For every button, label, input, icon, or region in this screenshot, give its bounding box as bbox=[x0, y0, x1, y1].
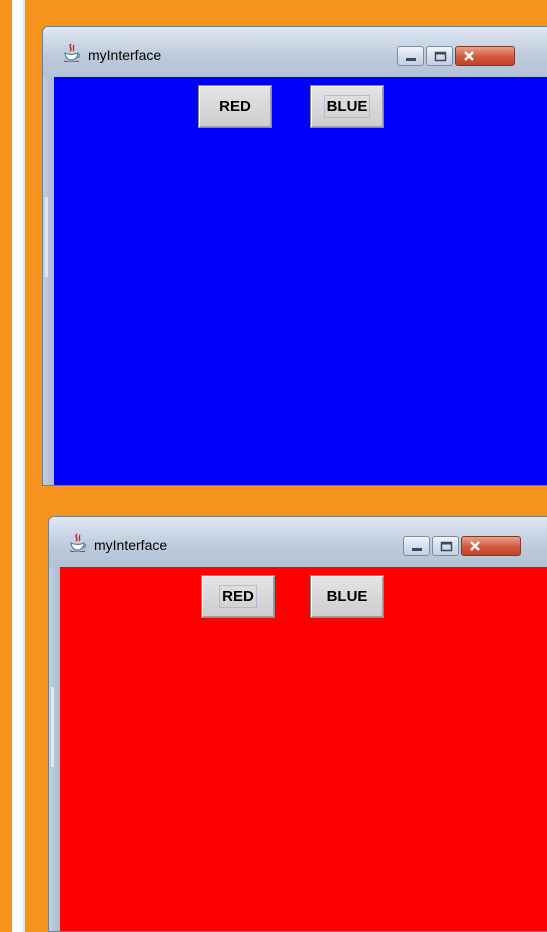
window-title: myInterface bbox=[88, 47, 162, 63]
left-border-shadow bbox=[23, 0, 25, 932]
minimize-icon bbox=[412, 548, 422, 551]
minimize-icon bbox=[406, 58, 416, 61]
java-icon bbox=[62, 43, 81, 63]
maximize-icon bbox=[440, 541, 453, 552]
app-window-red: myInterface RED BLUE bbox=[48, 516, 547, 932]
maximize-button[interactable] bbox=[426, 46, 453, 66]
close-button[interactable] bbox=[461, 536, 521, 556]
window-title: myInterface bbox=[94, 537, 168, 553]
java-icon bbox=[68, 533, 87, 553]
red-button[interactable]: RED bbox=[198, 85, 272, 128]
blue-button-label: BLUE bbox=[326, 588, 368, 605]
red-button-label: RED bbox=[219, 98, 251, 115]
content-panel: RED BLUE bbox=[54, 77, 547, 485]
red-button-label: RED bbox=[219, 585, 257, 608]
close-button[interactable] bbox=[455, 46, 515, 66]
maximize-button[interactable] bbox=[432, 536, 459, 556]
title-bar[interactable]: myInterface bbox=[49, 517, 547, 567]
blue-button[interactable]: BLUE bbox=[310, 575, 384, 618]
content-panel: RED BLUE bbox=[60, 567, 547, 931]
maximize-icon bbox=[434, 51, 447, 62]
window-frame-left bbox=[49, 567, 60, 931]
app-window-blue: myInterface RED BLUE bbox=[42, 26, 547, 486]
blue-button[interactable]: BLUE bbox=[310, 85, 384, 128]
minimize-button[interactable] bbox=[403, 536, 430, 556]
title-bar[interactable]: myInterface bbox=[43, 27, 547, 77]
close-icon bbox=[470, 541, 480, 551]
window-frame-left bbox=[43, 77, 54, 485]
red-button[interactable]: RED bbox=[201, 575, 275, 618]
blue-button-label: BLUE bbox=[323, 95, 371, 118]
minimize-button[interactable] bbox=[397, 46, 424, 66]
close-icon bbox=[464, 51, 474, 61]
